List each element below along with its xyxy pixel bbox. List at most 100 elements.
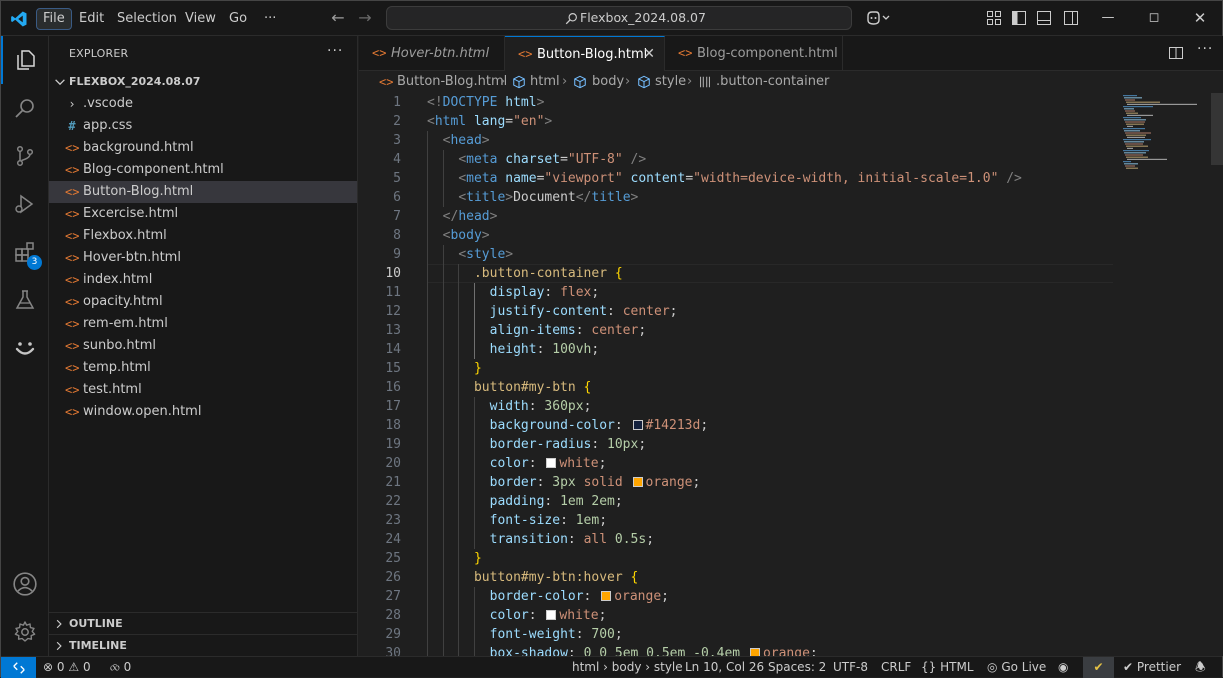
code-line[interactable]: .button-container {: [427, 264, 623, 283]
file-tree-item[interactable]: <> Hover-btn.html: [49, 247, 357, 269]
linter-check-icon[interactable]: ✔: [1083, 657, 1114, 678]
menu-edit[interactable]: Edit: [73, 8, 110, 30]
file-tree-item[interactable]: <> Blog-component.html: [49, 159, 357, 181]
file-tree-item[interactable]: # app.css: [49, 115, 357, 137]
remote-indicator-icon[interactable]: [1, 657, 36, 678]
command-center[interactable]: Flexbox_2024.08.07: [386, 6, 852, 30]
indentation[interactable]: Spaces: 2: [768, 657, 826, 678]
code-line[interactable]: font-weight: 700;: [427, 625, 623, 644]
toggle-secondary-sidebar-icon[interactable]: [1063, 10, 1079, 26]
color-swatch[interactable]: [546, 458, 557, 468]
code-line[interactable]: box-shadow: 0 0 5em 0.5em -0.4em orange;: [427, 644, 818, 656]
file-tree-item[interactable]: <> opacity.html: [49, 291, 357, 313]
minimap[interactable]: [1119, 93, 1211, 173]
code-line[interactable]: <html lang="en">: [427, 112, 552, 131]
source-control-icon[interactable]: [1, 132, 49, 180]
file-tree-item[interactable]: <> Flexbox.html: [49, 225, 357, 247]
code-editor[interactable]: 1 <!DOCTYPE html> 2 <html lang="en"> 3 <head…: [359, 93, 1223, 656]
code-line[interactable]: <style>: [427, 245, 513, 264]
search-icon[interactable]: [1, 84, 49, 132]
breadcrumb-selector[interactable]: .button-container: [716, 71, 829, 93]
file-tree-item[interactable]: <> index.html: [49, 269, 357, 291]
breadcrumb-file[interactable]: Button-Blog.html: [397, 71, 507, 93]
workspace-folder[interactable]: FLEXBOX_2024.08.07: [49, 71, 357, 93]
encoding[interactable]: UTF-8: [833, 657, 868, 678]
color-swatch[interactable]: [632, 420, 643, 430]
breadcrumb-body[interactable]: body: [592, 71, 624, 93]
extensions-icon[interactable]: 3: [1, 228, 49, 276]
testing-icon[interactable]: [1, 276, 49, 324]
menu-go[interactable]: Go: [223, 8, 253, 30]
cursor-position[interactable]: Ln 10, Col 26: [685, 657, 764, 678]
close-icon[interactable]: ✕: [1177, 1, 1223, 35]
end-of-line[interactable]: CRLF: [881, 657, 911, 678]
file-tree-item[interactable]: <> temp.html: [49, 357, 357, 379]
code-line[interactable]: display: flex;: [427, 283, 600, 302]
color-swatch[interactable]: [546, 610, 557, 620]
file-tree-item[interactable]: <> window.open.html: [49, 401, 357, 423]
go-live-button[interactable]: ◎ Go Live: [987, 657, 1046, 678]
split-editor-icon[interactable]: [1168, 45, 1184, 61]
code-line[interactable]: background-color: #14213d;: [427, 416, 709, 435]
code-line[interactable]: color: white;: [427, 454, 607, 473]
code-line[interactable]: <!DOCTYPE html>: [427, 93, 544, 112]
editor-more-actions[interactable]: ···: [1197, 41, 1213, 57]
accounts-icon[interactable]: [1, 560, 49, 608]
breadcrumb-style[interactable]: style: [655, 71, 686, 93]
code-line[interactable]: <meta charset="UTF-8" />: [427, 150, 646, 169]
menu-more[interactable]: ···: [258, 8, 282, 30]
forward-arrow-icon[interactable]: →: [356, 9, 374, 27]
copilot-status-icon[interactable]: ◉: [1058, 657, 1068, 678]
toggle-panel-icon[interactable]: [1036, 10, 1052, 26]
prettier-button[interactable]: ✔ Prettier: [1123, 657, 1181, 678]
code-line[interactable]: }: [427, 549, 482, 568]
code-line[interactable]: <head>: [427, 131, 490, 150]
code-line[interactable]: border-color: orange;: [427, 587, 669, 606]
language-mode[interactable]: {} HTML: [921, 657, 974, 678]
code-line[interactable]: width: 360px;: [427, 397, 592, 416]
code-line[interactable]: }: [427, 359, 482, 378]
code-line[interactable]: button#my-btn {: [427, 378, 591, 397]
breadcrumb-html[interactable]: html: [530, 71, 560, 93]
code-line[interactable]: <body>: [427, 226, 490, 245]
explorer-icon[interactable]: [1, 36, 49, 84]
file-tree-item[interactable]: <> Excercise.html: [49, 203, 357, 225]
menu-selection[interactable]: Selection: [111, 8, 183, 30]
vertical-scrollbar[interactable]: [1211, 93, 1223, 656]
run-debug-icon[interactable]: [1, 180, 49, 228]
file-tree-item[interactable]: <> test.html: [49, 379, 357, 401]
code-line[interactable]: align-items: center;: [427, 321, 647, 340]
close-tab-icon[interactable]: ✕: [643, 37, 655, 72]
code-line[interactable]: border-radius: 10px;: [427, 435, 647, 454]
live-share-icon[interactable]: [1, 324, 49, 372]
minimize-icon[interactable]: —: [1085, 1, 1131, 35]
color-swatch[interactable]: [632, 477, 643, 487]
code-line[interactable]: transition: all 0.5s;: [427, 530, 654, 549]
outline-section[interactable]: OUTLINE: [49, 612, 357, 634]
maximize-icon[interactable]: ◻: [1131, 1, 1177, 35]
color-swatch[interactable]: [601, 591, 612, 601]
copilot-icon[interactable]: [865, 10, 891, 26]
code-line[interactable]: color: white;: [427, 606, 607, 625]
notifications-bell-icon[interactable]: 🕭: [1195, 657, 1206, 678]
code-line[interactable]: font-size: 1em;: [427, 511, 607, 530]
menu-view[interactable]: View: [179, 8, 222, 30]
color-swatch[interactable]: [749, 648, 760, 656]
back-arrow-icon[interactable]: ←: [329, 9, 347, 27]
file-tree-item[interactable]: › .vscode: [49, 93, 357, 115]
code-line[interactable]: button#my-btn:hover {: [427, 568, 638, 587]
menu-file[interactable]: File: [36, 8, 72, 30]
code-line[interactable]: </head>: [427, 207, 498, 226]
ports-indicator[interactable]: ⧝ 0: [110, 657, 131, 678]
file-tree-item[interactable]: <> sunbo.html: [49, 335, 357, 357]
code-line[interactable]: <title>Document</title>: [427, 188, 638, 207]
status-breadcrumb[interactable]: html › body › style: [572, 657, 683, 678]
code-line[interactable]: height: 100vh;: [427, 340, 600, 359]
tab-blog-component[interactable]: <> Blog-component.html: [665, 36, 843, 71]
scrollbar-thumb[interactable]: [1211, 93, 1223, 165]
settings-gear-icon[interactable]: [1, 608, 49, 656]
file-tree-item[interactable]: <> Button-Blog.html: [49, 181, 357, 203]
code-line[interactable]: border: 3px solid orange;: [427, 473, 701, 492]
code-line[interactable]: justify-content: center;: [427, 302, 678, 321]
timeline-section[interactable]: TIMELINE: [49, 634, 357, 656]
